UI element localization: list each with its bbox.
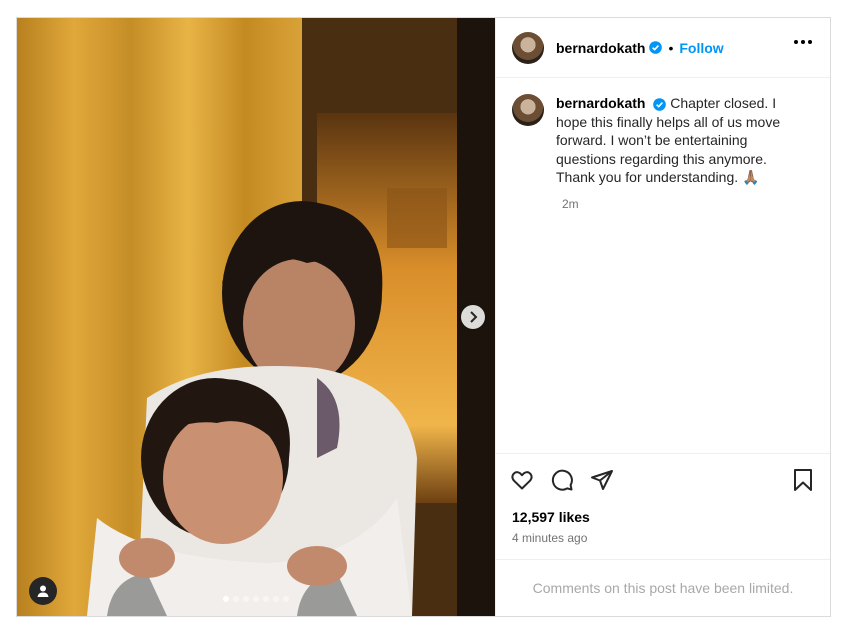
more-options-icon[interactable] [794, 40, 812, 44]
comments-limited-notice: Comments on this post have been limited. [496, 559, 830, 616]
user-tag-icon [37, 585, 49, 597]
post-side-panel: bernardokath • Follow bernardokath Chapt… [495, 18, 830, 616]
carousel-dot [253, 596, 259, 602]
share-button[interactable] [590, 468, 614, 492]
caption-timestamp[interactable]: 2m [562, 197, 814, 211]
next-slide-button[interactable] [461, 305, 485, 329]
carousel-dot [283, 596, 289, 602]
carousel-dot [273, 596, 279, 602]
chevron-right-icon [470, 311, 478, 323]
action-bar [496, 453, 830, 505]
comments-area: bernardokath Chapter closed. I hope this… [496, 78, 830, 453]
username-link[interactable]: bernardokath [556, 40, 645, 56]
avatar[interactable] [512, 31, 544, 64]
verified-badge-icon [649, 41, 663, 54]
carousel-dot [223, 596, 229, 602]
carousel-dot [263, 596, 269, 602]
carousel-dot [243, 596, 249, 602]
post-timestamp[interactable]: 4 minutes ago [496, 525, 830, 559]
carousel-dot [233, 596, 239, 602]
tagged-users-button[interactable] [29, 577, 57, 605]
save-button[interactable] [792, 468, 814, 497]
comment-icon [551, 469, 573, 491]
caption: bernardokath Chapter closed. I hope this… [512, 94, 814, 187]
bookmark-icon [794, 469, 812, 491]
verified-badge-icon [653, 97, 667, 111]
heart-icon [511, 470, 533, 489]
likes-count[interactable]: 12,597 likes [496, 505, 830, 525]
share-icon [591, 469, 613, 490]
like-button[interactable] [510, 468, 534, 492]
comment-button[interactable] [550, 468, 574, 492]
carousel-indicator [223, 596, 289, 602]
caption-text: bernardokath Chapter closed. I hope this… [556, 94, 796, 187]
post-photo[interactable] [17, 18, 495, 616]
follow-button[interactable]: Follow [679, 40, 723, 56]
separator-dot: • [668, 39, 674, 56]
caption-username[interactable]: bernardokath [556, 95, 645, 111]
post-header: bernardokath • Follow [496, 18, 830, 78]
avatar[interactable] [512, 94, 544, 126]
post-card: bernardokath • Follow bernardokath Chapt… [16, 17, 831, 617]
photo-image [17, 18, 495, 616]
